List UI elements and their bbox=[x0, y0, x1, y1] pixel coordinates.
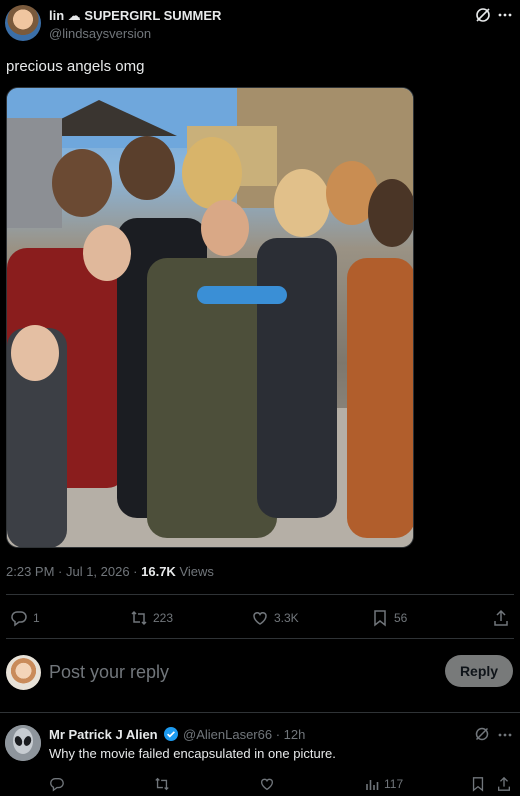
views-label: Views bbox=[175, 564, 214, 579]
repost-count: 223 bbox=[153, 611, 174, 625]
cloud-icon: ☁ bbox=[67, 8, 81, 23]
comment-bookmark-action[interactable] bbox=[470, 776, 486, 792]
comment-views-action[interactable]: 117 bbox=[364, 776, 403, 792]
heart-icon bbox=[253, 612, 267, 625]
bookmark-icon bbox=[472, 777, 484, 792]
bookmark-count: 56 bbox=[394, 611, 408, 625]
reply-icon bbox=[50, 777, 64, 792]
divider-top bbox=[6, 594, 514, 595]
bookmark-action[interactable]: 56 bbox=[371, 609, 407, 627]
divider-bottom bbox=[6, 638, 514, 639]
reply-count: 1 bbox=[33, 611, 40, 625]
reply-icon bbox=[11, 611, 27, 627]
grok-icon[interactable] bbox=[474, 726, 490, 742]
repost-icon bbox=[131, 610, 147, 626]
post-header: lin ☁ SUPERGIRL SUMMER @lindsaysversion bbox=[0, 0, 520, 48]
post-meta: 2:23 PM · Jul 1, 2026 · 16.7K Views bbox=[6, 564, 214, 579]
grok-icon[interactable] bbox=[474, 6, 492, 24]
author-name-rest: SUPERGIRL SUMMER bbox=[84, 8, 222, 23]
commenter-handle[interactable]: @AlienLaser66 · 12h bbox=[183, 727, 305, 742]
alien-avatar-icon bbox=[5, 725, 41, 761]
comment-text: Why the movie failed encapsulated in one… bbox=[49, 746, 336, 761]
views-count: 16.7K bbox=[141, 564, 176, 579]
comment-repost-action[interactable] bbox=[154, 776, 170, 792]
like-action[interactable]: 3.3K bbox=[251, 609, 299, 627]
analytics-icon bbox=[366, 780, 379, 790]
divider-comment bbox=[0, 712, 520, 713]
heart-icon bbox=[260, 778, 274, 791]
post-text: precious angels omg bbox=[6, 58, 145, 75]
share-action[interactable] bbox=[492, 609, 510, 627]
reply-action[interactable]: 1 bbox=[10, 609, 40, 627]
post-timestamp[interactable]: 2:23 PM · Jul 1, 2026 · bbox=[6, 564, 141, 579]
commenter-avatar[interactable] bbox=[5, 725, 41, 761]
repost-icon bbox=[155, 777, 169, 791]
comment-reply-action[interactable] bbox=[49, 776, 65, 792]
reply-button[interactable]: Reply bbox=[445, 655, 513, 687]
comment-like-action[interactable] bbox=[259, 776, 275, 792]
author-avatar[interactable] bbox=[5, 5, 41, 41]
photo-illustration bbox=[7, 88, 413, 547]
verified-badge-icon bbox=[164, 727, 178, 741]
more-icon[interactable] bbox=[496, 726, 514, 744]
share-icon bbox=[494, 609, 508, 626]
share-icon bbox=[498, 776, 510, 791]
comment-views-count: 117 bbox=[384, 777, 404, 791]
comment-share-action[interactable] bbox=[496, 776, 512, 792]
reply-composer: Post your reply Reply bbox=[0, 648, 520, 698]
author-display-name[interactable]: lin ☁ SUPERGIRL SUMMER bbox=[49, 8, 221, 24]
author-handle[interactable]: @lindsaysversion bbox=[49, 26, 151, 41]
post-photo[interactable] bbox=[6, 87, 414, 548]
like-count: 3.3K bbox=[274, 611, 299, 625]
commenter-name[interactable]: Mr Patrick J Alien bbox=[49, 727, 158, 742]
author-name-first: lin bbox=[49, 8, 65, 23]
more-icon[interactable] bbox=[496, 6, 514, 24]
current-user-avatar[interactable] bbox=[6, 655, 41, 690]
reply-input[interactable]: Post your reply bbox=[49, 662, 169, 683]
bookmark-icon bbox=[374, 610, 386, 627]
repost-action[interactable]: 223 bbox=[130, 609, 173, 627]
